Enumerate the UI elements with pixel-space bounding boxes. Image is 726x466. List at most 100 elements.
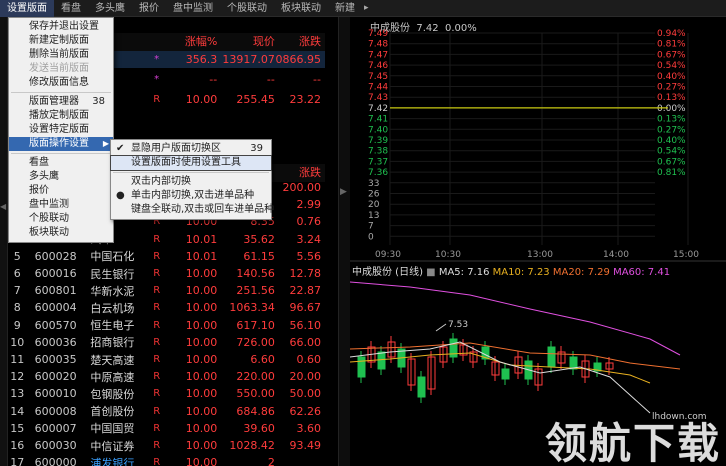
stock-price: 7.42 [416,23,439,34]
y-tick-label-right: 0.94% [657,29,686,39]
cell-name: 华新水泥 [90,284,135,298]
cell-chg: 50.00 [289,387,322,401]
kline-peak-label: 7.53 [448,320,468,330]
menu-separator [113,172,269,173]
cell-code: 600028 [34,249,77,263]
tab-0[interactable]: 设置版面 [0,0,54,17]
cell-name: 首创股份 [90,405,135,419]
y-tick-label-right: 0.13% [657,115,686,125]
menu-item[interactable]: 多头鹰 [9,170,113,184]
menu-item[interactable]: 盘中监测 [9,198,113,212]
radio-dot-icon: ● [116,190,125,201]
table-row[interactable]: 17 600000 浦发银行 R 10.00 2 [0,454,325,466]
table-row[interactable]: 14 600008 首创股份 R 10.00 684.86 62.26 [0,403,325,420]
cell-pct: 10.00 [185,456,218,466]
cell-code: 600007 [34,421,77,435]
table-row[interactable]: 13 600010 包钢股份 R 10.00 550.00 50.00 [0,385,325,402]
cell-flag: R [153,285,161,297]
table-row[interactable]: 16 600030 中信证券 R 10.00 1028.42 93.49 [0,437,325,454]
x-time-label: 14:00 [603,250,629,260]
menu-item-label: 播放定制版面 [29,110,89,121]
cell-price: 251.56 [236,284,275,298]
cell-flag: R [153,405,161,417]
menu-item[interactable]: 播放定制版面 [9,109,113,123]
y-tick-label-left: 7.42 [368,104,388,114]
menu-item[interactable]: 版面操作设置 ▶ [9,137,113,151]
menu-item[interactable]: 板块联动 [9,226,113,240]
menu-item[interactable]: 看盘 [9,156,113,170]
table-row[interactable]: 5 600028 中国石化 R 10.01 61.15 5.56 [0,248,325,265]
collapse-left-icon[interactable]: ◀ [0,202,6,211]
cell-price: 1028.42 [229,439,275,452]
tab-6[interactable]: 板块联动 [274,0,328,17]
menu-item[interactable]: 新建定制版面 [9,34,113,48]
header-chg[interactable]: 涨跌 [275,33,325,51]
cell-chg: 200.00 [282,181,322,194]
tab-overflow-icon[interactable]: ▸ [364,3,369,13]
cell-name: 白云机场 [90,301,135,315]
chart-canvas[interactable]: 7.49 0.94%7.48 0.81%7.47 0.67%7.46 0.54%7.45… [350,17,726,466]
y-tick-label-right: 0.67% [657,50,686,60]
cell-price: 617.10 [236,318,275,332]
menu-item[interactable]: 修改版面信息 [9,76,113,90]
tab-5[interactable]: 个股联动 [220,0,274,17]
watermark-url: lhdown.com [652,412,707,422]
menu-item[interactable]: 发送当前版面 [9,62,113,76]
menu-item[interactable]: 报价 [9,184,113,198]
menu-item[interactable]: 删除当前版面 [9,48,113,62]
tab-7[interactable]: 新建 [328,0,362,17]
menu-item[interactable]: 设置特定版面 [9,123,113,137]
header-pct[interactable]: 涨幅% [167,33,217,51]
tab-4[interactable]: 盘中监测 [166,0,220,17]
y-tick-label-right: 0.27% [657,83,686,93]
tab-2[interactable]: 多头鹰 [88,0,132,17]
tab-3[interactable]: 报价 [132,0,166,17]
splitter-bar[interactable]: ▶ [338,17,350,466]
ma-indicator-icon[interactable]: ■ [426,267,435,278]
cell-flag: R [153,302,161,314]
cell-chg: 62.26 [289,404,322,418]
table-row[interactable]: 10 600036 招商银行 R 10.00 726.00 66.00 [0,334,325,351]
cell-chg: 22.87 [289,284,322,298]
table-row[interactable]: 8 600004 白云机场 R 10.00 1063.34 96.67 [0,299,325,316]
menu-item-label: 保存并退出设置 [29,21,99,32]
table-row[interactable]: 7 600801 华新水泥 R 10.00 251.56 22.87 [0,282,325,299]
table-row[interactable]: 12 600020 中原高速 R 10.00 220.00 20.00 [0,368,325,385]
cell-chg: 5.56 [296,249,322,263]
menu-item[interactable]: 双击内部切换 [111,175,271,189]
table-row[interactable]: 15 600007 中国国贸 R 10.00 39.60 3.60 [0,420,325,437]
menu-item[interactable]: 设置版面时使用设置工具 [110,155,272,171]
menu-item[interactable]: 显隐用户版面切换区 ✔ 39 [111,142,271,156]
stock-pct: 0.00% [444,23,477,34]
table-row[interactable]: 9 600570 恒生电子 R 10.00 617.10 56.10 [0,317,325,334]
cell-name: 中信证券 [90,439,135,453]
layout-settings-menu: 保存并退出设置新建定制版面 删除当前版面 发送当前版面修改版面信息 版面管理器 38 播放… [8,17,114,243]
cell-flag: R [153,268,161,279]
menu-item-label: 发送当前版面 [29,63,89,74]
header-price[interactable]: 现价 [217,33,275,51]
table-row[interactable]: 6 600016 民生银行 R 10.00 140.56 12.78 [0,265,325,282]
menu-item[interactable]: 个股联动 [9,212,113,226]
left-dock-strip[interactable]: ◀ [0,17,8,466]
collapse-arrow-icon[interactable]: ▶ [340,187,347,197]
candle-body [501,368,510,380]
menu-item[interactable]: 单击内部切换,双击进单品种 ● [111,189,271,203]
cell-pct: 10.00 [185,267,218,280]
y-tick-label-left: 26 [368,190,380,200]
y-tick-label-left: 7.47 [368,50,388,60]
y-tick-label-right: 0.00% [657,104,686,114]
tab-1[interactable]: 看盘 [54,0,88,17]
table-row[interactable]: 11 600035 楚天高速 R 10.00 6.60 0.60 [0,351,325,368]
menu-item[interactable]: 保存并退出设置 [9,20,113,34]
y-tick-label-left: 7.44 [368,83,388,93]
cell-price: -- [266,73,275,86]
cell-name: 民生银行 [90,267,135,281]
menu-item[interactable]: 版面管理器 38 [9,95,113,109]
cell-pct: 10.00 [185,335,218,349]
y-tick-label-left: 7.41 [368,115,388,125]
y-tick-label-right: 0.81% [657,168,686,178]
submenu-arrow-icon: ▶ [102,139,109,148]
cell-flag: R [153,371,161,383]
menu-item[interactable]: 键盘全联动,双击或回车进单品种 [111,203,274,217]
menu-item-label: 双击内部切换 [131,176,191,187]
